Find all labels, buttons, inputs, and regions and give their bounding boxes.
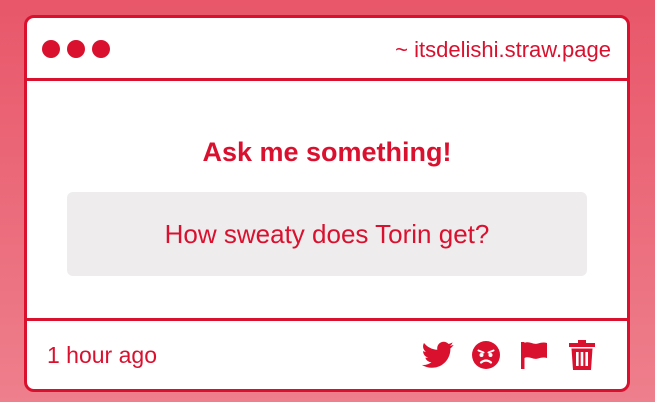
window-titlebar: ~ itsdelishi.straw.page [27, 18, 627, 81]
share-twitter-button[interactable] [421, 338, 455, 372]
twitter-icon [422, 341, 454, 368]
window-dot [92, 40, 110, 58]
react-button[interactable] [469, 338, 503, 372]
window-dot [42, 40, 60, 58]
report-button[interactable] [517, 338, 551, 372]
window-dot [67, 40, 85, 58]
action-bar [421, 338, 599, 372]
window-controls [42, 40, 110, 58]
question-area: Ask me something! How sweaty does Torin … [27, 81, 627, 321]
flag-icon [521, 342, 547, 369]
question-box: How sweaty does Torin get? [67, 192, 587, 276]
card-footer: 1 hour ago [27, 321, 627, 389]
page-title: Ask me something! [202, 137, 452, 167]
delete-button[interactable] [565, 338, 599, 372]
question-text: How sweaty does Torin get? [164, 218, 490, 249]
page-url: ~ itsdelishi.straw.page [395, 37, 611, 62]
timestamp: 1 hour ago [47, 342, 157, 368]
trash-icon [569, 340, 595, 370]
angry-face-icon [472, 341, 500, 369]
question-card: ~ itsdelishi.straw.page Ask me something… [24, 15, 630, 392]
